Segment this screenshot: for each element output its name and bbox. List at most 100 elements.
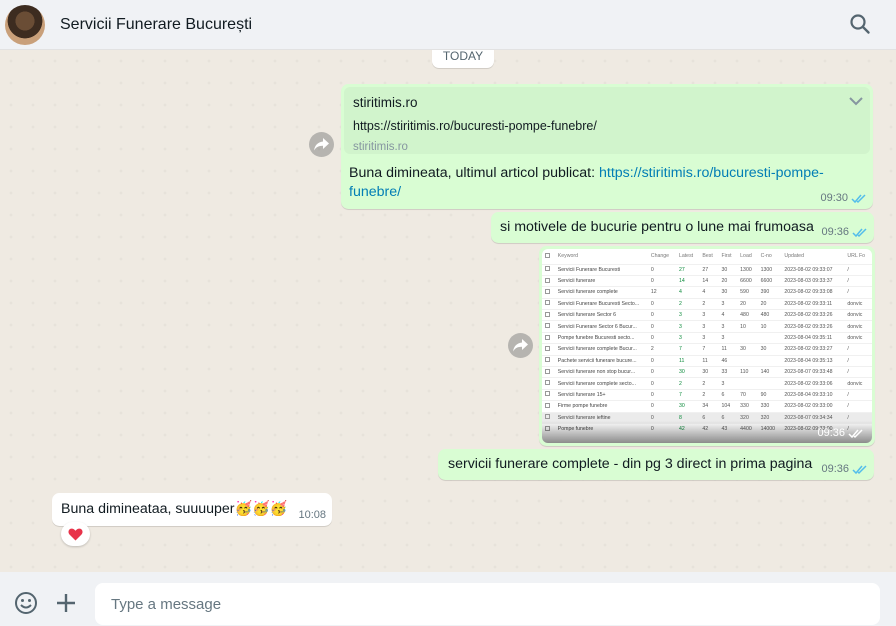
screenshot-cell xyxy=(737,377,758,390)
screenshot-cell: donvic xyxy=(844,297,872,310)
day-divider: TODAY xyxy=(432,50,494,68)
screenshot-cell: 140 xyxy=(757,365,782,378)
screenshot-cell: 30 xyxy=(675,400,700,413)
message-time: 09:36 xyxy=(817,427,845,439)
screenshot-cell: 3 xyxy=(718,331,738,344)
screenshot-cell xyxy=(757,354,782,367)
screenshot-cell: 0 xyxy=(647,320,676,333)
link-preview-url: https://stiritimis.ro/bucuresti-pompe-fu… xyxy=(353,119,597,133)
message-list[interactable]: TODAY stiritimis.ro https://stiritimis.r… xyxy=(0,50,896,572)
message-bubble-outgoing[interactable]: servicii funerare complete - din pg 3 di… xyxy=(438,449,874,480)
message-bubble-outgoing[interactable]: si motivele de bucurie pentru o lune mai… xyxy=(491,212,874,243)
screenshot-table-row: Servicii funerare complete secto... 0 2 2 3 2… xyxy=(542,377,872,390)
message-reaction[interactable] xyxy=(61,522,90,546)
screenshot-cell: Servicii Funerare Sector 6 Bucur... xyxy=(554,320,648,333)
screenshot-cell: 90 xyxy=(757,388,782,401)
message-bubble-outgoing[interactable]: Keyword Change Latest Best First Load C-no Upda… xyxy=(539,246,875,446)
screenshot-cell: 2023-08-02 09:33:26 xyxy=(781,309,845,321)
message-input[interactable] xyxy=(95,583,880,625)
screenshot-column-header: First xyxy=(721,253,732,260)
screenshot-cell: 30 xyxy=(737,343,758,356)
screenshot-cell: 10 xyxy=(757,320,782,333)
screenshot-cell: 2023-08-02 09:33:11 xyxy=(781,297,845,310)
screenshot-cell: 6600 xyxy=(737,274,758,287)
screenshot-cell: 480 xyxy=(737,309,758,321)
screenshot-cell: / xyxy=(844,343,872,356)
screenshot-column-header: Load xyxy=(740,253,752,260)
screenshot-cell: 0 xyxy=(647,263,676,276)
screenshot-cell: donvic xyxy=(844,331,872,344)
message-time: 09:36 xyxy=(821,226,849,238)
screenshot-cell: Servicii funerare complete secto... xyxy=(554,377,648,390)
screenshot-cell: Servicii Funerare Bucuresti Secto... xyxy=(554,297,648,310)
screenshot-cell: 2 xyxy=(647,343,676,356)
double-check-icon xyxy=(848,428,863,438)
chevron-down-icon[interactable] xyxy=(848,95,864,107)
link-preview-card[interactable]: stiritimis.ro https://stiritimis.ro/bucu… xyxy=(344,87,870,154)
screenshot-cell: 34 xyxy=(699,400,719,413)
screenshot-cell: 3 xyxy=(718,377,738,390)
screenshot-cell: 3 xyxy=(675,331,700,344)
screenshot-table-row: Servicii funerare complete 12 4 4 30 590 390 20… xyxy=(542,286,872,299)
link-preview-title: stiritimis.ro xyxy=(353,95,418,110)
search-icon[interactable] xyxy=(848,12,872,36)
screenshot-row-checkbox xyxy=(542,331,555,344)
screenshot-cell: 20 xyxy=(718,274,738,287)
screenshot-cell: 2023-08-02 09:33:07 xyxy=(781,263,845,276)
screenshot-cell: 30 xyxy=(675,365,700,378)
screenshot-cell: 0 xyxy=(647,388,676,401)
forward-icon xyxy=(513,339,528,352)
screenshot-cell xyxy=(737,331,758,344)
screenshot-table-row: Servicii Funerare Sector 6 Bucur... 0 3 3 3 1… xyxy=(542,320,872,333)
screenshot-cell: 46 xyxy=(718,354,738,367)
plus-icon[interactable] xyxy=(56,593,76,613)
screenshot-cell: / xyxy=(844,263,872,276)
screenshot-table-row: Pompe funebre Bucuresti secto... 0 3 3 3 2023… xyxy=(542,331,872,344)
message-bubble-outgoing[interactable]: stiritimis.ro https://stiritimis.ro/bucu… xyxy=(341,84,873,209)
screenshot-cell: donvic xyxy=(844,320,872,333)
screenshot-cell: 590 xyxy=(737,286,758,299)
screenshot-row-checkbox xyxy=(542,286,555,299)
image-attachment[interactable]: Keyword Change Latest Best First Load C-no Upda… xyxy=(542,249,872,443)
screenshot-cell: 0 xyxy=(647,400,676,413)
screenshot-cell: 27 xyxy=(699,263,719,276)
message-bubble-incoming[interactable]: Buna dimineataa, suuuuper🥳🥳🥳 10:08 xyxy=(52,493,332,526)
screenshot-cell: 14 xyxy=(675,274,700,287)
screenshot-cell: 2023-08-04 09:35:11 xyxy=(781,331,845,344)
screenshot-cell xyxy=(737,354,758,367)
message-time: 09:36 xyxy=(821,463,849,475)
screenshot-cell: donvic xyxy=(844,377,872,390)
screenshot-cell: Servicii funerare 15+ xyxy=(554,388,648,401)
screenshot-cell: 2 xyxy=(699,388,719,401)
forward-button[interactable] xyxy=(309,132,334,157)
screenshot-row-checkbox xyxy=(542,320,555,333)
screenshot-cell: 3 xyxy=(699,331,719,344)
smiley-icon[interactable] xyxy=(14,591,38,615)
screenshot-table-row: Servicii funerare 0 14 14 20 6600 6600 2023-08-… xyxy=(542,274,872,287)
screenshot-cell: 3 xyxy=(699,320,719,333)
screenshot-cell: 2023-08-03 09:33:37 xyxy=(781,274,845,287)
screenshot-cell: 11 xyxy=(675,354,700,367)
screenshot-cell: 11 xyxy=(699,354,719,367)
composer xyxy=(0,572,896,626)
screenshot-table-row: Pachete servicii funerare bucure... 0 11 11… xyxy=(542,354,872,367)
forward-button[interactable] xyxy=(508,333,533,358)
screenshot-cell: 3 xyxy=(675,320,700,333)
avatar[interactable] xyxy=(5,4,45,45)
screenshot-cell: 7 xyxy=(675,388,700,401)
screenshot-row-checkbox xyxy=(542,365,555,378)
contact-name[interactable]: Servicii Funerare București xyxy=(60,16,252,34)
screenshot-cell: / xyxy=(844,354,872,367)
screenshot-row-checkbox xyxy=(542,343,555,356)
screenshot-cell: 3 xyxy=(718,297,738,310)
screenshot-cell: 2023-08-04 09:33:10 xyxy=(781,388,845,401)
screenshot-cell: 27 xyxy=(675,263,700,276)
screenshot-cell: 10 xyxy=(737,320,758,333)
screenshot-row-checkbox xyxy=(542,309,555,321)
screenshot-table-row: Servicii Funerare Bucuresti 0 27 27 30 1300 13… xyxy=(542,263,872,276)
screenshot-cell: / xyxy=(844,365,872,378)
message-time: 09:30 xyxy=(820,192,848,204)
screenshot-cell: 0 xyxy=(647,354,676,367)
screenshot-cell: 480 xyxy=(757,309,782,321)
screenshot-table-row: Servicii funerare non stop bucur... 0 30 30… xyxy=(542,365,872,378)
